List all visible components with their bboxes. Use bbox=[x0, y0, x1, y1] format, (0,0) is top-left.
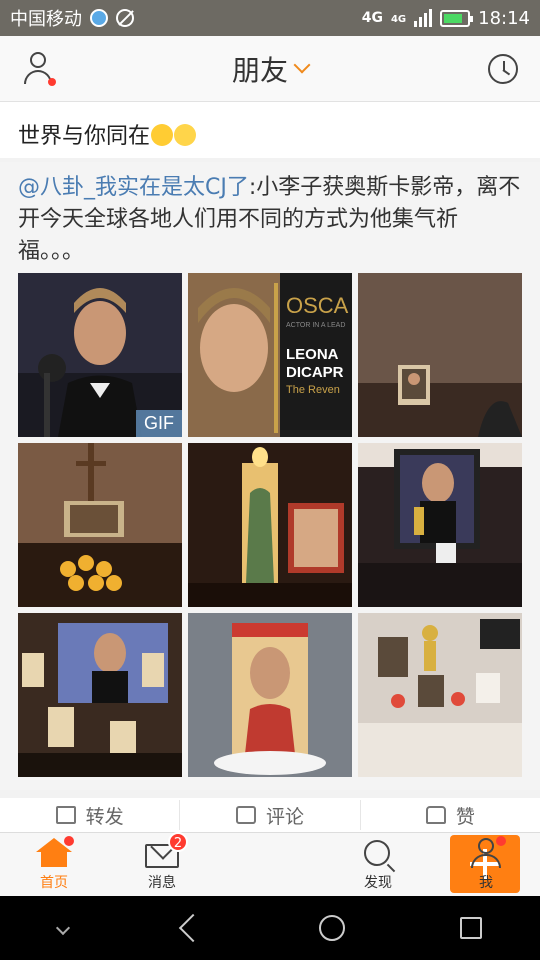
network-type: 4G bbox=[361, 10, 383, 26]
repost-text: @八卦_我实在是太CJ了:小李子获奥斯卡影帝，离不开今天全球各地人们用不同的方式… bbox=[0, 162, 540, 268]
messages-badge: 2 bbox=[168, 832, 188, 852]
repost-card[interactable]: @八卦_我实在是太CJ了:小李子获奥斯卡影帝，离不开今天全球各地人们用不同的方式… bbox=[0, 162, 540, 790]
gif-badge: GIF bbox=[136, 410, 182, 437]
share-icon bbox=[55, 806, 76, 824]
like-label: 赞 bbox=[455, 805, 475, 828]
giggle-emoji-icon bbox=[174, 124, 197, 146]
mention-link[interactable]: @八卦_我实在是太CJ了 bbox=[18, 175, 249, 200]
battery-level bbox=[444, 13, 462, 23]
carrier-name: 中国移动 bbox=[10, 9, 82, 30]
search-icon bbox=[360, 838, 396, 868]
mail-icon: 2 bbox=[144, 832, 188, 868]
poster-name-line2: DICAPR bbox=[286, 364, 344, 381]
image-thumb[interactable] bbox=[358, 613, 522, 777]
image-thumb[interactable] bbox=[188, 443, 352, 607]
signal-icon bbox=[414, 9, 433, 27]
laughing-emoji-icon bbox=[151, 124, 174, 146]
image-thumb[interactable] bbox=[18, 443, 182, 607]
image-thumb[interactable]: OSCA ACTOR IN A LEAD LEONA DICAPR The Re… bbox=[188, 273, 352, 437]
battery-icon bbox=[440, 9, 474, 27]
status-bar: 中国移动 4G 4G 18:14 bbox=[0, 0, 540, 36]
poster-subtitle: ACTOR IN A LEAD bbox=[286, 322, 345, 329]
thumbs-up-icon bbox=[425, 806, 446, 824]
tab-home[interactable]: 首页 bbox=[0, 833, 108, 896]
comment-button[interactable]: 评论 bbox=[180, 800, 361, 830]
tab-messages-label: 消息 bbox=[148, 875, 176, 891]
clock: 18:14 bbox=[478, 7, 530, 29]
like-button[interactable]: 赞 bbox=[361, 800, 540, 830]
tab-me-label: 我 bbox=[479, 875, 493, 891]
top-header: 朋友 bbox=[0, 36, 540, 102]
chevron-down-icon[interactable] bbox=[293, 56, 311, 73]
repost-label: 转发 bbox=[85, 805, 124, 828]
image-thumb[interactable] bbox=[18, 613, 182, 777]
chevron-down-icon[interactable] bbox=[55, 920, 70, 936]
back-icon[interactable] bbox=[179, 913, 208, 943]
tab-me[interactable]: 我 bbox=[432, 833, 540, 896]
notification-dot bbox=[48, 78, 56, 86]
image-thumb[interactable] bbox=[358, 273, 522, 437]
profile-icon bbox=[468, 836, 506, 868]
tab-messages[interactable]: 2 消息 bbox=[108, 832, 216, 896]
globe-icon bbox=[90, 9, 108, 27]
comment-label: 评论 bbox=[265, 805, 304, 828]
bottom-tab-bar: 首页 2 消息 发现 我 bbox=[0, 832, 540, 896]
no-disturb-icon bbox=[116, 9, 134, 27]
home-circle-icon[interactable] bbox=[318, 915, 345, 941]
tab-home-label: 首页 bbox=[40, 875, 68, 891]
image-thumb[interactable]: GIF bbox=[18, 273, 182, 437]
timer-icon[interactable] bbox=[488, 54, 518, 84]
poster-name-line1: LEONA bbox=[286, 346, 339, 363]
page-title[interactable]: 朋友 bbox=[232, 49, 288, 89]
tab-discover[interactable]: 发现 bbox=[324, 833, 432, 896]
network-type-small: 4G bbox=[390, 13, 407, 25]
image-thumb[interactable] bbox=[358, 443, 522, 607]
poster-title: OSCA bbox=[286, 293, 349, 318]
friends-profile-icon[interactable] bbox=[22, 52, 56, 86]
comment-icon bbox=[235, 806, 256, 824]
me-notification-dot bbox=[496, 836, 506, 846]
home-icon bbox=[36, 836, 74, 868]
poster-film: The Reven bbox=[286, 384, 340, 396]
system-nav-bar bbox=[0, 896, 540, 960]
recent-apps-icon[interactable] bbox=[460, 917, 483, 939]
home-notification-dot bbox=[64, 836, 74, 846]
image-thumb[interactable] bbox=[188, 613, 352, 777]
repost-button[interactable]: 转发 bbox=[0, 800, 181, 830]
tab-discover-label: 发现 bbox=[364, 875, 392, 891]
post-actions: 转发 评论 赞 bbox=[0, 798, 540, 832]
post-body[interactable]: 世界与你同在 bbox=[0, 102, 540, 158]
post-text: 世界与你同在 bbox=[18, 124, 151, 149]
tab-compose[interactable] bbox=[216, 833, 520, 896]
